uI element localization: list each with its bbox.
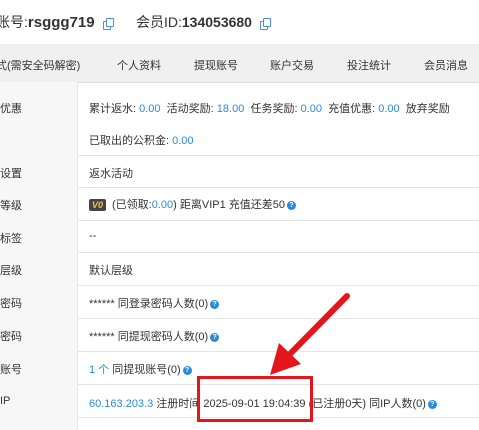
- annotation-arrow-icon: [270, 293, 350, 375]
